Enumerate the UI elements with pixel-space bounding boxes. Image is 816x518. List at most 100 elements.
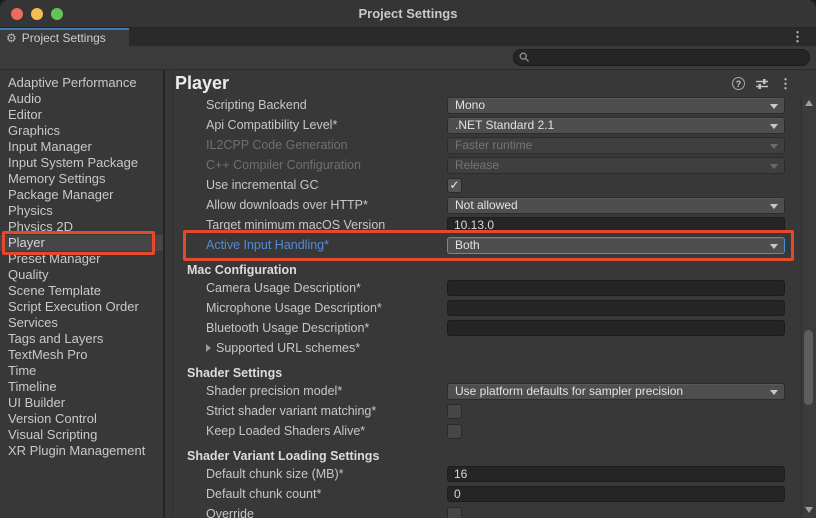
traffic-lights	[11, 8, 63, 20]
setting-label: Use incremental GC	[206, 178, 319, 192]
setting-label-text: Target minimum macOS Version	[206, 218, 385, 232]
setting-label: Bluetooth Usage Description*	[206, 321, 369, 335]
sidebar-item-timeline[interactable]: Timeline	[0, 379, 163, 395]
dropdown-value: Both	[455, 238, 480, 252]
foldout-triangle-icon[interactable]	[206, 344, 211, 352]
section-header-shader-settings: Shader Settings	[165, 365, 816, 381]
panel-menu-icon[interactable]: ⋮	[779, 77, 792, 90]
search-input[interactable]	[513, 49, 810, 66]
text-field-target-minimum-macos-version[interactable]: 10.13.0	[447, 217, 785, 233]
setting-row-allow-downloads-over-http: Allow downloads over HTTP* Not allowed	[165, 195, 816, 215]
sidebar-item-services[interactable]: Services	[0, 315, 163, 331]
section-header-mac-configuration: Mac Configuration	[165, 262, 816, 278]
sidebar-item-player[interactable]: Player	[0, 235, 163, 251]
sidebar-item-time[interactable]: Time	[0, 363, 163, 379]
window-title: Project Settings	[0, 6, 816, 21]
sidebar-item-graphics[interactable]: Graphics	[0, 123, 163, 139]
sidebar-item-quality[interactable]: Quality	[0, 267, 163, 283]
tab-strip-menu-icon[interactable]: ⋮	[791, 29, 804, 45]
setting-label: Active Input Handling*	[206, 238, 329, 252]
sidebar-item-editor[interactable]: Editor	[0, 107, 163, 123]
sidebar-item-scene-template[interactable]: Scene Template	[0, 283, 163, 299]
setting-row-active-input-handling: Active Input Handling* Both	[165, 235, 816, 255]
sidebar-item-input-system-package[interactable]: Input System Package	[0, 155, 163, 171]
setting-control: Use platform defaults for sampler precis…	[447, 383, 785, 400]
sidebar-item-ui-builder[interactable]: UI Builder	[0, 395, 163, 411]
sidebar-list: Adaptive PerformanceAudioEditorGraphicsI…	[0, 75, 163, 459]
title-bar: Project Settings	[0, 0, 816, 28]
tab-project-settings[interactable]: ⚙ Project Settings	[0, 28, 129, 46]
dropdown-c-compiler-configuration[interactable]: Release	[447, 157, 785, 174]
sidebar-item-physics-2d[interactable]: Physics 2D	[0, 219, 163, 235]
zoom-window-button[interactable]	[51, 8, 63, 20]
sidebar-item-adaptive-performance[interactable]: Adaptive Performance	[0, 75, 163, 91]
sidebar-item-textmesh-pro[interactable]: TextMesh Pro	[0, 347, 163, 363]
setting-label-text: Use incremental GC	[206, 178, 319, 192]
sidebar-item-visual-scripting[interactable]: Visual Scripting	[0, 427, 163, 443]
setting-row-use-incremental-gc: Use incremental GC ✓	[165, 175, 816, 195]
presets-icon[interactable]	[755, 78, 769, 90]
checkbox-override[interactable]	[447, 507, 462, 518]
vertical-scrollbar[interactable]	[801, 95, 816, 518]
dropdown-scripting-backend[interactable]: Mono	[447, 97, 785, 114]
setting-control: Not allowed	[447, 197, 785, 214]
dropdown-il2cpp-code-generation[interactable]: Faster runtime	[447, 137, 785, 154]
dropdown-value: Not allowed	[455, 198, 518, 212]
checkbox-use-incremental-gc[interactable]: ✓	[447, 178, 462, 193]
setting-control	[447, 404, 785, 419]
setting-label: Override	[206, 507, 254, 518]
sidebar-item-xr-plugin-management[interactable]: XR Plugin Management	[0, 443, 163, 459]
text-field-camera-usage-description[interactable]	[447, 280, 785, 296]
setting-label-text: Camera Usage Description*	[206, 281, 361, 295]
setting-control: 16	[447, 466, 785, 482]
text-field-microphone-usage-description[interactable]	[447, 300, 785, 316]
player-settings-panel: Player ? ⋮ Scripting BackendMonoApi Comp…	[165, 70, 816, 518]
setting-label-text: Shader precision model*	[206, 384, 342, 398]
scroll-down-icon[interactable]	[805, 507, 813, 513]
setting-row-shader-precision-model: Shader precision model* Use platform defa…	[165, 381, 816, 401]
setting-control	[447, 300, 785, 316]
sidebar-item-input-manager[interactable]: Input Manager	[0, 139, 163, 155]
settings-rows: Scripting BackendMonoApi Compatibility L…	[165, 95, 816, 518]
help-icon[interactable]: ?	[732, 77, 745, 90]
setting-label: Strict shader variant matching*	[206, 404, 376, 418]
dropdown-shader-precision-model[interactable]: Use platform defaults for sampler precis…	[447, 383, 785, 400]
checkbox-keep-loaded-shaders-alive[interactable]	[447, 424, 462, 439]
sidebar-item-preset-manager[interactable]: Preset Manager	[0, 251, 163, 267]
sidebar-item-version-control[interactable]: Version Control	[0, 411, 163, 427]
check-icon: ✓	[449, 179, 459, 191]
setting-label: Default chunk count*	[206, 487, 321, 501]
chevron-down-icon	[770, 204, 778, 209]
setting-control: .NET Standard 2.1	[447, 117, 785, 134]
text-field-default-chunk-count[interactable]: 0	[447, 486, 785, 502]
dropdown-value: Release	[455, 158, 499, 172]
setting-control: Faster runtime	[447, 137, 785, 154]
setting-row-target-minimum-macos-version: Target minimum macOS Version 10.13.0	[165, 215, 816, 235]
dropdown-active-input-handling[interactable]: Both	[447, 237, 785, 254]
search-toolbar	[0, 46, 816, 70]
dropdown-allow-downloads-over-http[interactable]: Not allowed	[447, 197, 785, 214]
tab-label: Project Settings	[22, 31, 106, 45]
sidebar-item-tags-and-layers[interactable]: Tags and Layers	[0, 331, 163, 347]
sidebar-item-memory-settings[interactable]: Memory Settings	[0, 171, 163, 187]
scroll-up-icon[interactable]	[805, 100, 813, 106]
setting-label-text: Allow downloads over HTTP*	[206, 198, 368, 212]
sidebar-item-script-execution-order[interactable]: Script Execution Order	[0, 299, 163, 315]
close-window-button[interactable]	[11, 8, 23, 20]
text-field-bluetooth-usage-description[interactable]	[447, 320, 785, 336]
dropdown-api-compatibility-level[interactable]: .NET Standard 2.1	[447, 117, 785, 134]
scrollbar-thumb[interactable]	[804, 330, 813, 405]
setting-label-text: IL2CPP Code Generation	[206, 138, 348, 152]
chevron-down-icon	[770, 390, 778, 395]
setting-label: Supported URL schemes*	[206, 341, 360, 355]
sidebar-item-physics[interactable]: Physics	[0, 203, 163, 219]
sidebar-item-audio[interactable]: Audio	[0, 91, 163, 107]
sidebar-item-package-manager[interactable]: Package Manager	[0, 187, 163, 203]
window-body: Adaptive PerformanceAudioEditorGraphicsI…	[0, 70, 816, 518]
checkbox-strict-shader-variant-matching[interactable]	[447, 404, 462, 419]
chevron-down-icon	[770, 104, 778, 109]
setting-label: Default chunk size (MB)*	[206, 467, 344, 481]
text-field-default-chunk-size-mb[interactable]: 16	[447, 466, 785, 482]
minimize-window-button[interactable]	[31, 8, 43, 20]
setting-label: Scripting Backend	[206, 98, 307, 112]
